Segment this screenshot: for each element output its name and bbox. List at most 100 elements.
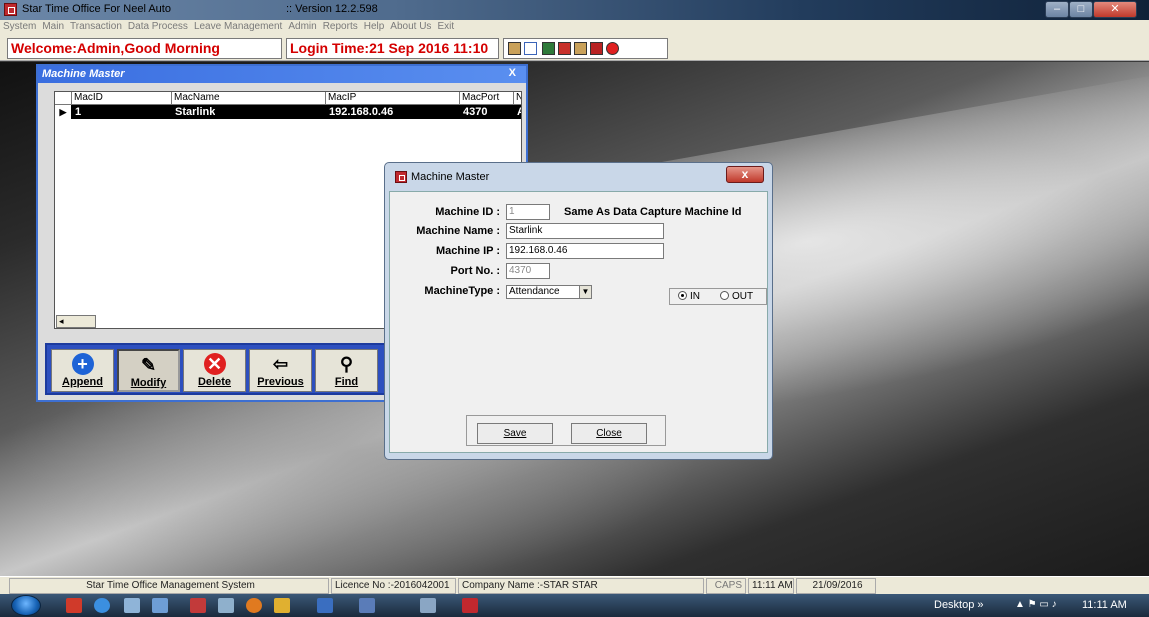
menu-system[interactable]: System: [0, 20, 39, 33]
machine-id-field[interactable]: 1: [506, 204, 550, 220]
append-button[interactable]: + Append: [51, 349, 114, 392]
menu-main[interactable]: Main: [39, 20, 67, 33]
grid-icon[interactable]: [542, 42, 555, 55]
folder-icon[interactable]: [274, 598, 290, 613]
table-row[interactable]: ▶ 1 Starlink 192.168.0.46 4370 A: [55, 105, 521, 119]
list-icon[interactable]: [524, 42, 537, 55]
machine-id-note: Same As Data Capture Machine Id: [564, 206, 742, 218]
pencil-icon: ✎: [140, 355, 157, 375]
welcome-row: Welcome:Admin,Good Morning Login Time:21…: [0, 33, 1149, 61]
row-selector-icon: ▶: [55, 105, 71, 119]
grid-header: MacID MacName MacIP MacPort N: [55, 92, 521, 105]
cell-macid: 1: [75, 106, 82, 118]
machine-type-select[interactable]: Attendance ▼: [506, 285, 592, 299]
tools-icon[interactable]: [574, 42, 587, 55]
login-time: Login Time:21 Sep 2016 11:10: [286, 38, 499, 59]
dialog-app-icon: [395, 171, 407, 183]
column-macname[interactable]: MacName: [171, 92, 325, 105]
previous-button[interactable]: ⇦ Previous: [249, 349, 312, 392]
cell-macip: 192.168.0.46: [329, 106, 394, 118]
browser-icon[interactable]: [94, 598, 110, 613]
star-time-taskbar-icon[interactable]: [462, 598, 478, 613]
machine-name-field[interactable]: Starlink: [506, 223, 664, 239]
app-icon-8[interactable]: [420, 598, 436, 613]
machine-name-label: Machine Name :: [416, 225, 500, 237]
save-label: Save: [503, 428, 527, 439]
desktop-toolbar-label[interactable]: Desktop »: [934, 599, 984, 611]
save-button[interactable]: Save: [477, 423, 553, 444]
machine-type-label: MachineType :: [424, 285, 500, 297]
menu-leave-management[interactable]: Leave Management: [191, 20, 285, 33]
status-caps: CAPS: [706, 578, 746, 594]
menu-about-us[interactable]: About Us: [387, 20, 434, 33]
app-icon: [4, 3, 17, 16]
column-macid[interactable]: MacID: [71, 92, 171, 105]
binoculars-icon: ⚲: [339, 354, 354, 374]
status-licence: Licence No :-2016042001: [331, 578, 456, 594]
app-version: :: Version 12.2.598: [286, 3, 378, 15]
chevron-down-icon[interactable]: ▼: [579, 286, 591, 298]
port-label: Port No. :: [450, 265, 501, 277]
app-icon-7[interactable]: [359, 598, 375, 613]
close-dialog-button[interactable]: Close: [571, 423, 647, 444]
dialog-button-frame: Save Close: [466, 415, 666, 446]
radio-out-label: OUT: [732, 291, 754, 302]
menu-reports[interactable]: Reports: [320, 20, 361, 33]
cell-macport: 4370: [463, 106, 488, 118]
menu-bar: System Main Transaction Data Process Lea…: [0, 20, 1149, 33]
close-button[interactable]: ✕: [1093, 1, 1137, 18]
status-bar: Star Time Office Management System Licen…: [0, 576, 1149, 594]
app-icon-2[interactable]: [124, 598, 140, 613]
scroll-left-icon[interactable]: ◂: [59, 316, 64, 326]
maximize-button[interactable]: □: [1069, 1, 1093, 18]
menu-transaction[interactable]: Transaction: [67, 20, 125, 33]
find-label: Find: [334, 376, 359, 388]
start-button[interactable]: [11, 595, 41, 616]
dialog-close-button[interactable]: x: [726, 166, 764, 183]
column-macip[interactable]: MacIP: [325, 92, 459, 105]
tray-icons[interactable]: ▲ ⚑ ▭ ♪: [1015, 599, 1057, 610]
app-icon-1[interactable]: [66, 598, 82, 613]
x-icon: ✕: [203, 353, 226, 375]
logoff-icon[interactable]: [590, 42, 603, 55]
modify-label: Modify: [130, 377, 167, 389]
radio-in[interactable]: IN: [678, 291, 700, 302]
left-arrow-icon: ⇦: [272, 354, 289, 374]
app-icon-4[interactable]: [190, 598, 206, 613]
port-field[interactable]: 4370: [506, 263, 550, 279]
horizontal-scrollbar[interactable]: ◂: [56, 315, 96, 328]
stop-icon[interactable]: [606, 42, 619, 55]
previous-label: Previous: [257, 376, 304, 388]
firefox-icon[interactable]: [246, 598, 262, 613]
close-label: Close: [596, 428, 622, 439]
find-button[interactable]: ⚲ Find: [315, 349, 378, 392]
machine-master-close-button[interactable]: X: [509, 67, 516, 79]
taskbar: Desktop » ▲ ⚑ ▭ ♪ 11:11 AM: [0, 594, 1149, 617]
app-icon-3[interactable]: [152, 598, 168, 613]
wizard-icon[interactable]: [508, 42, 521, 55]
minimize-button[interactable]: –: [1045, 1, 1069, 18]
tray-clock[interactable]: 11:11 AM: [1082, 599, 1127, 611]
machine-master-dialog: Machine Master x Machine ID : 1 Same As …: [384, 162, 773, 460]
dialog-title: Machine Master: [411, 171, 490, 183]
machine-ip-field[interactable]: 192.168.0.46: [506, 243, 664, 259]
radio-out[interactable]: OUT: [720, 291, 753, 302]
delete-button[interactable]: ✕ Delete: [183, 349, 246, 392]
menu-exit[interactable]: Exit: [434, 20, 457, 33]
machine-id-label: Machine ID :: [435, 206, 500, 218]
column-macport[interactable]: MacPort: [459, 92, 513, 105]
printer-icon[interactable]: [558, 42, 571, 55]
menu-admin[interactable]: Admin: [285, 20, 319, 33]
column-n[interactable]: N: [513, 92, 521, 105]
app-title: Star Time Office For Neel Auto: [22, 3, 171, 15]
menu-data-process[interactable]: Data Process: [125, 20, 191, 33]
action-toolbar: + Append ✎ Modify ✕ Delete ⇦ Previous ⚲ …: [45, 343, 387, 395]
radio-in-label: IN: [690, 291, 700, 302]
radio-in-dot: [678, 291, 687, 300]
app-icon-6[interactable]: [317, 598, 333, 613]
modify-button[interactable]: ✎ Modify: [117, 349, 180, 392]
app-icon-5[interactable]: [218, 598, 234, 613]
delete-label: Delete: [197, 376, 232, 388]
cell-macname: Starlink: [175, 106, 216, 118]
menu-help[interactable]: Help: [361, 20, 388, 33]
